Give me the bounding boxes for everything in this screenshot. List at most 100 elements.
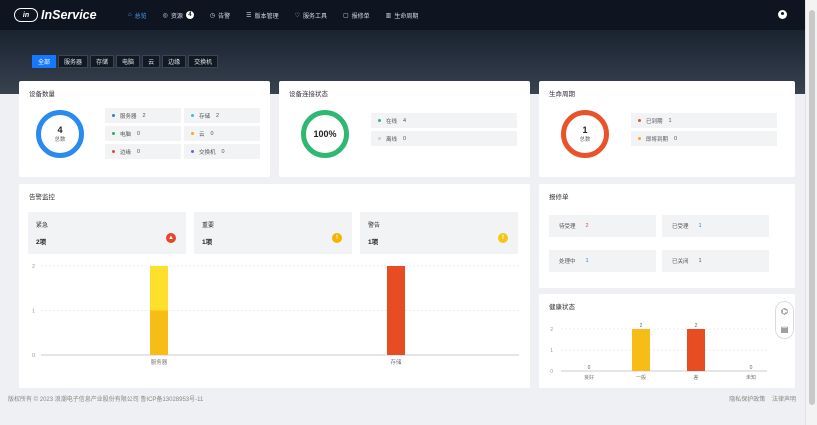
ticket-status-item[interactable]: 处理中 1 [549, 250, 656, 272]
device-legend: 服务器 2 存储 2 电脑 0 云 0 边缘 0 交换机 0 [105, 108, 260, 159]
privacy-policy-link[interactable]: 隐私保护政策 [729, 397, 765, 403]
legend-value: 0 [403, 135, 407, 142]
nav-label: 生命周期 [394, 13, 419, 20]
lifecycle-legend: 已到期 1 即将到期 0 [631, 113, 777, 146]
legend-item[interactable]: 即将到期 0 [631, 131, 777, 146]
legend-item[interactable]: 服务器 2 [105, 108, 181, 123]
connection-percent: 100% [313, 129, 337, 139]
x-tick-label: 未知 [746, 374, 756, 381]
filter-button[interactable]: 边缘 [162, 55, 187, 68]
filter-button[interactable]: 存储 [90, 55, 115, 68]
data-label: 0 [750, 365, 753, 371]
y-tick-label: 0 [32, 353, 35, 359]
legend-label: 服务器 [120, 113, 137, 120]
document-icon[interactable]: ▤ [781, 325, 789, 334]
home-icon: ⌂ [128, 12, 132, 18]
nav-item[interactable]: ☰ 版本管理 [238, 0, 286, 30]
lifecycle-ring: 1 总数 [561, 110, 609, 158]
legend-item[interactable]: 边缘 0 [105, 144, 181, 159]
status-dot-icon [191, 114, 194, 117]
alert-level-count: 1项 [202, 239, 213, 246]
legend-item[interactable]: 存储 2 [184, 108, 260, 123]
status-dot-icon [378, 119, 381, 122]
legend-label: 边缘 [120, 149, 132, 156]
connection-legend: 在线 4 离线 0 [371, 113, 517, 146]
headset-icon[interactable]: ⌬ [781, 307, 788, 316]
ticket-status-count: 2 [585, 223, 589, 229]
connection-ring: 100% [301, 110, 349, 158]
legend-value: 2 [142, 112, 146, 119]
legend-label: 在线 [386, 118, 398, 125]
brand-name: InService [41, 8, 97, 22]
device-type-filter: 全部 服务器 存储 电脑云边缘 交换机 [32, 55, 220, 68]
ticket-status-item[interactable]: 已受理 1 [662, 215, 769, 237]
legend-item[interactable]: 云0 [184, 126, 260, 141]
alert-level-card[interactable]: 紧急 2项 ▲ [28, 212, 186, 254]
alert-level-name: 重要 [202, 223, 215, 229]
filter-button[interactable]: 交换机 [188, 55, 219, 68]
y-tick-label: 1 [550, 348, 553, 354]
nav-label: 版本管理 [254, 13, 279, 20]
brand-logo[interactable]: in InService [14, 8, 114, 22]
ticket-status-label: 处理中 [559, 259, 576, 265]
data-label: 0 [588, 365, 591, 371]
filter-button[interactable]: 电脑 [116, 55, 141, 68]
alert-level-icon: ! [498, 233, 508, 243]
legend-item[interactable]: 交换机 0 [184, 144, 260, 159]
status-dot-icon [112, 132, 115, 135]
nav-count-badge: 4 [185, 11, 194, 19]
filter-button[interactable]: 云 [142, 55, 161, 68]
list-icon: ☰ [246, 12, 252, 19]
nav-label: 告警 [218, 13, 231, 20]
nav-item[interactable]: ♡ 服务工具 [287, 0, 335, 30]
alert-level-card[interactable]: 警告 1项! [360, 212, 518, 254]
copyright-text: 版权所有 © 2023 浪潮电子信息产业股份有限公司 鲁ICP备13028953… [8, 397, 204, 403]
alert-level-card[interactable]: 重要 1项! [194, 212, 352, 254]
filter-button[interactable]: 全部 [32, 55, 57, 68]
ticket-status-label: 待受理 [559, 224, 576, 230]
ticket-status-item[interactable]: 已关闭 1 [662, 250, 769, 272]
nav-item[interactable]: ⌂ 总览 [120, 0, 155, 30]
legend-item[interactable]: 在线 4 [371, 113, 517, 128]
legend-label: 离线 [386, 136, 398, 143]
bar-segment [387, 266, 405, 355]
device-total-value: 4 [57, 125, 63, 135]
page-footer: 版权所有 © 2023 浪潮电子信息产业股份有限公司 鲁ICP备13028953… [8, 394, 796, 403]
legend-value: 0 [137, 148, 141, 155]
legend-item[interactable]: 离线 0 [371, 131, 517, 146]
nav-item[interactable]: ▥ 生命周期 [378, 0, 427, 30]
y-tick-label: 2 [550, 327, 553, 333]
nav-item[interactable]: ◎ 资源 4 [155, 0, 202, 30]
card-title: 健康状态 [549, 304, 575, 311]
scrollbar-thumb[interactable] [809, 10, 815, 405]
nav-item[interactable]: ◷ 告警 [202, 0, 238, 30]
legend-value: 0 [221, 148, 225, 155]
page-scrollbar[interactable] [805, 0, 817, 425]
device-count-card: 设备数量 4 总数 服务器 2 存储 2 电脑 0 云 0 边缘 0 交换机 0 [19, 81, 270, 177]
legend-label: 交换机 [199, 149, 216, 156]
resource-icon: ◎ [162, 12, 168, 19]
alarm-icon: ◷ [209, 12, 216, 19]
card-title: 告警监控 [29, 194, 55, 201]
legend-label: 已到期 [646, 118, 663, 125]
nav-item[interactable]: ▢ 报修单 [335, 0, 378, 30]
tool-icon: ♡ [294, 12, 300, 19]
bar [687, 329, 705, 371]
legend-item[interactable]: 已到期 1 [631, 113, 777, 128]
ticket-status-item[interactable]: 待受理 2 [549, 215, 656, 237]
app-root: in InService ⌂ 总览 ◎ 资源 4 ◷ 告警 ☰ 版本管理 ♡ 服务工具 ▢ 报修单 ▥ 生命… [0, 0, 817, 425]
data-label: 2 [695, 323, 698, 329]
filter-button[interactable]: 服务器 [58, 55, 89, 68]
alert-bar-chart: 0 1 2 服务器 存储 [32, 264, 519, 366]
legal-notice-link[interactable]: 法律声明 [772, 397, 796, 403]
legend-value: 1 [668, 117, 672, 124]
status-dot-icon [378, 137, 381, 140]
user-avatar-icon[interactable] [778, 10, 787, 19]
main-nav: ⌂ 总览 ◎ 资源 4 ◷ 告警 ☰ 版本管理 ♡ 服务工具 ▢ 报修单 ▥ 生命周期 [120, 0, 426, 30]
legend-item[interactable]: 电脑 0 [105, 126, 181, 141]
ticket-status-label: 已关闭 [672, 259, 689, 265]
connection-status-card: 设备连接状态 100% 在线 4 离线 0 [279, 81, 530, 177]
legend-value: 0 [210, 130, 214, 137]
y-tick-label: 1 [32, 309, 35, 315]
floating-toolbar: ⌬ ▤ [775, 301, 794, 339]
